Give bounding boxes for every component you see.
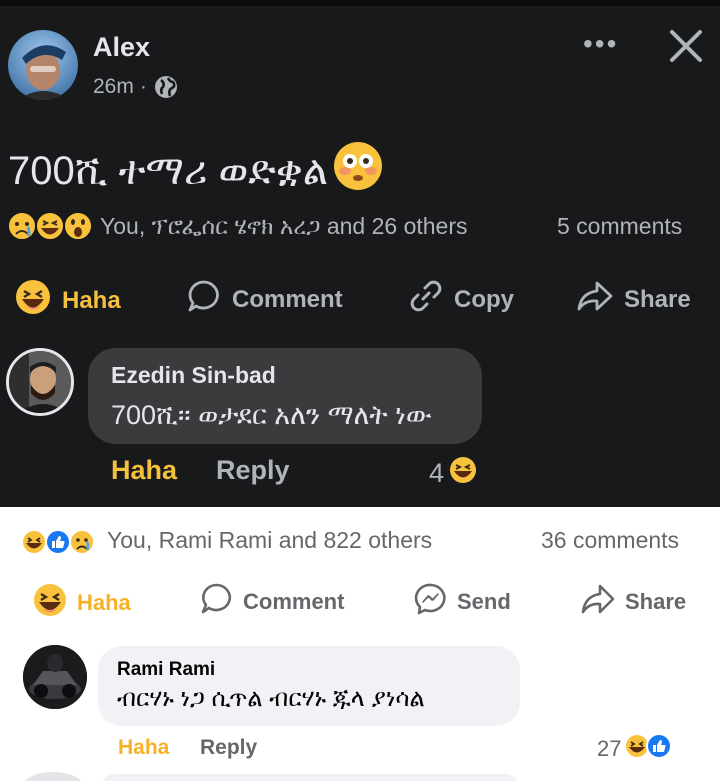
post-text: 700ሺ ተማሪ ወድቋል — [8, 148, 329, 193]
rami-haha-button[interactable]: Haha — [118, 736, 169, 760]
post-time[interactable]: 26m — [93, 75, 134, 99]
haha-emoji-icon — [623, 732, 679, 766]
rami-reaction-number: 27 — [597, 736, 622, 761]
copy-link-icon — [408, 278, 444, 321]
commenter-name[interactable]: Ezedin Sin-bad — [111, 362, 276, 389]
rami-reply-button[interactable]: Reply — [200, 736, 257, 760]
close-icon[interactable] — [666, 26, 706, 66]
flushed-emoji-icon — [332, 140, 384, 202]
send-label: Send — [457, 589, 511, 614]
copy-label: Copy — [454, 285, 514, 313]
outer-comment-label: Comment — [243, 589, 345, 614]
author-name[interactable]: Alex — [93, 32, 150, 63]
comment-haha-button[interactable]: Haha — [111, 455, 177, 486]
outer-comments-count[interactable]: 36 comments — [541, 527, 679, 554]
sad-emoji-icon — [69, 529, 95, 555]
outer-reaction-icons[interactable] — [20, 528, 104, 556]
comment-button[interactable]: Comment — [186, 278, 343, 321]
post-meta: 26m · — [93, 74, 179, 100]
comment-icon — [186, 278, 222, 321]
comments-count[interactable]: 5 comments — [557, 213, 682, 240]
rami-avatar[interactable] — [23, 645, 87, 709]
author-avatar[interactable] — [8, 30, 78, 100]
more-options-icon[interactable]: ••• — [583, 28, 618, 60]
reaction-icons[interactable] — [6, 209, 98, 243]
share-icon — [576, 278, 614, 321]
comment-reply-button[interactable]: Reply — [216, 455, 290, 486]
messenger-icon — [414, 582, 448, 622]
globe-icon — [153, 74, 179, 100]
sad-emoji-icon — [7, 211, 37, 241]
rami-reaction-count[interactable]: 27 — [597, 732, 679, 766]
rami-comment-text: ብርሃኑ ነጋ ሲጥል ብርሃኑ ጁላ ያነሳል — [117, 685, 425, 712]
post-text-row: 700ሺ ተማሪ ወድቋል — [8, 140, 384, 202]
haha-emoji-icon — [21, 529, 47, 555]
like-icon — [45, 529, 71, 555]
share-label: Share — [624, 285, 691, 313]
outer-reactions-summary[interactable]: You, Rami Rami and 822 others — [107, 527, 432, 554]
outer-comment-button[interactable]: Comment — [200, 582, 344, 622]
next-comment-avatar — [22, 772, 84, 781]
reactions-summary[interactable]: You, ፕሮፌሰር ሄኖክ አረጋ and 26 others — [100, 213, 468, 240]
outer-haha-label: Haha — [77, 590, 131, 615]
haha-emoji-icon — [35, 211, 65, 241]
meta-separator: · — [139, 75, 147, 98]
comment-label: Comment — [232, 285, 343, 313]
comment-text: 700ሺ። ወታደር አለን ማለት ነው — [111, 400, 432, 430]
next-comment-bubble — [100, 774, 520, 781]
outer-share-button[interactable]: Share — [580, 582, 686, 622]
haha-label: Haha — [62, 286, 121, 314]
wow-emoji-icon — [63, 211, 93, 241]
send-button[interactable]: Send — [414, 582, 511, 622]
haha-emoji-icon — [32, 582, 68, 624]
copy-button[interactable]: Copy — [408, 278, 514, 321]
haha-emoji-icon — [448, 455, 478, 492]
commenter-avatar[interactable] — [6, 348, 74, 416]
embedded-post-screenshot: Alex 26m · ••• 700ሺ ተማሪ ወድቋል You, ፕሮፌሰር … — [0, 0, 720, 507]
comment-icon — [200, 582, 234, 622]
haha-emoji-icon — [14, 278, 52, 323]
share-icon — [580, 582, 616, 622]
share-button[interactable]: Share — [576, 278, 691, 321]
comment-reaction-count[interactable]: 4 — [429, 455, 478, 492]
outer-share-label: Share — [625, 589, 687, 614]
outer-haha-button[interactable]: Haha — [32, 582, 131, 624]
haha-button[interactable]: Haha — [14, 278, 121, 323]
rami-name[interactable]: Rami Rami — [117, 659, 215, 681]
top-divider — [0, 0, 720, 6]
comment-reaction-number: 4 — [429, 458, 445, 488]
